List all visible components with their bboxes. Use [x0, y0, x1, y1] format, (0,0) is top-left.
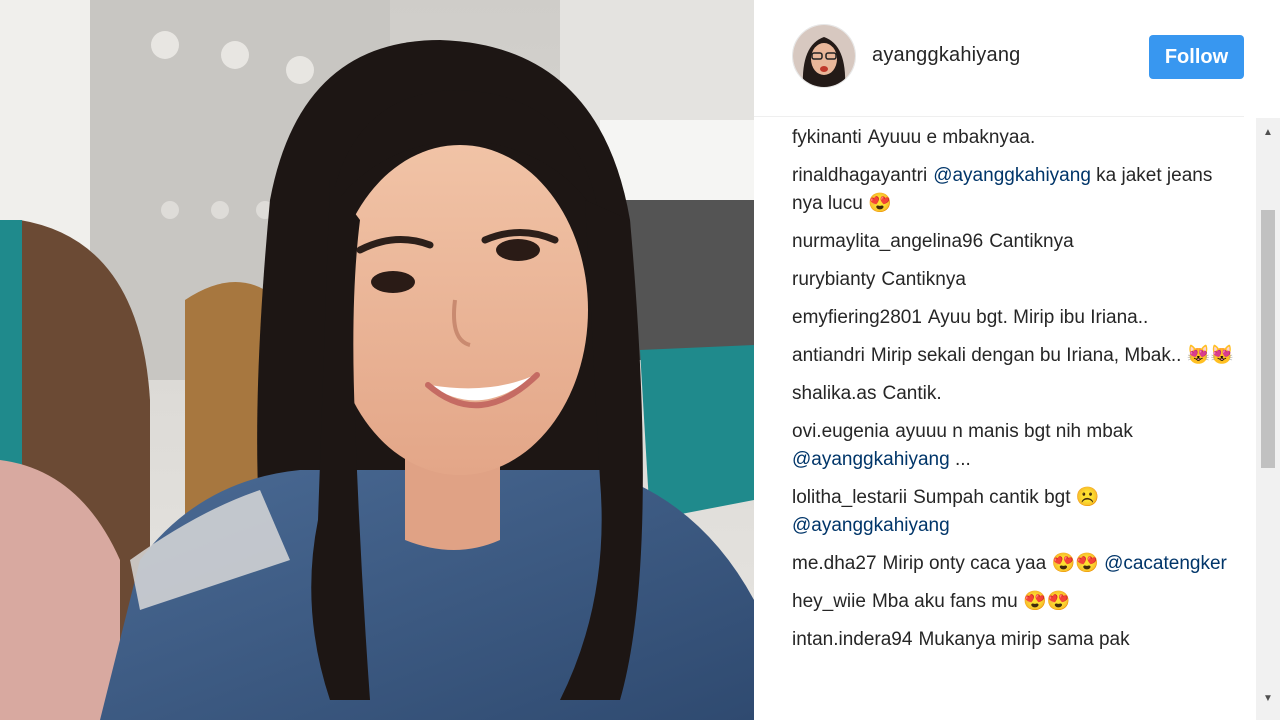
comment-text-tail: ... [949, 449, 971, 470]
comments-scrollbar[interactable]: ▲ ▼ [1256, 118, 1280, 720]
comment-item: lolitha_lestarii Sumpah cantik bgt ☹️ @ay… [792, 484, 1244, 540]
comment-item: fykinanti Ayuuu e mbaknyaa. [792, 124, 1244, 152]
comment-text: Cantiknya [881, 269, 966, 290]
comment-item: rurybianty Cantiknya [792, 266, 1244, 294]
selfie-image [0, 0, 754, 720]
comment-text: Sumpah cantik bgt ☹️ [913, 487, 1100, 508]
scrollbar-thumb[interactable] [1261, 210, 1275, 468]
comment-username[interactable]: lolitha_lestarii [792, 487, 907, 508]
comment-username[interactable]: fykinanti [792, 127, 862, 148]
comment-text: Mukanya mirip sama pak [918, 629, 1130, 650]
instagram-post-view: ayanggkahiyang Follow fykinanti Ayuuu e m… [0, 0, 1280, 720]
follow-button[interactable]: Follow [1149, 35, 1244, 79]
comment-item: antiandri Mirip sekali dengan bu Iriana, … [792, 342, 1244, 370]
comment-text: Ayuu bgt. Mirip ibu Iriana.. [927, 307, 1149, 328]
comment-username[interactable]: shalika.as [792, 383, 877, 404]
comment-item: intan.indera94 Mukanya mirip sama pak [792, 626, 1244, 654]
comments-list: fykinanti Ayuuu e mbaknyaa. rinaldhagayan… [792, 124, 1244, 720]
avatar-image [793, 25, 855, 87]
comment-username[interactable]: rurybianty [792, 269, 875, 290]
comment-mention[interactable]: @ayanggkahiyang [792, 515, 950, 536]
comment-username[interactable]: intan.indera94 [792, 629, 912, 650]
post-photo[interactable] [0, 0, 754, 720]
comment-item: ovi.eugenia ayuuu n manis bgt nih mbak @a… [792, 418, 1244, 474]
scroll-down-arrow-icon[interactable]: ▼ [1256, 686, 1280, 710]
comment-mention[interactable]: @cacatengker [1104, 553, 1227, 574]
comment-text: ayuuu n manis bgt nih mbak [895, 421, 1133, 442]
comment-text: Mirip onty caca yaa 😍😍 [882, 553, 1105, 574]
comment-item: shalika.as Cantik. [792, 380, 1244, 408]
comment-mention[interactable]: @ayanggkahiyang [933, 165, 1091, 186]
comment-text: Ayuuu e mbaknyaa. [867, 127, 1036, 148]
comment-item: hey_wiie Mba aku fans mu 😍😍 [792, 588, 1244, 616]
comment-item: me.dha27 Mirip onty caca yaa 😍😍 @cacateng… [792, 550, 1244, 578]
comment-username[interactable]: rinaldhagayantri [792, 165, 927, 186]
post-header: ayanggkahiyang Follow [754, 0, 1244, 117]
comment-username[interactable]: emyfiering2801 [792, 307, 922, 328]
comment-item: emyfiering2801 Ayuu bgt. Mirip ibu Iriana… [792, 304, 1244, 332]
comment-item: nurmaylita_angelina96 Cantiknya [792, 228, 1244, 256]
comment-mention[interactable]: @ayanggkahiyang [792, 449, 950, 470]
avatar[interactable] [792, 24, 856, 88]
post-sidebar: ayanggkahiyang Follow fykinanti Ayuuu e m… [754, 0, 1280, 720]
comment-username[interactable]: ovi.eugenia [792, 421, 889, 442]
comment-username[interactable]: me.dha27 [792, 553, 877, 574]
comment-username[interactable]: hey_wiie [792, 591, 866, 612]
scroll-up-arrow-icon[interactable]: ▲ [1256, 120, 1280, 144]
comment-text: Mirip sekali dengan bu Iriana, Mbak.. 😻😻 [870, 345, 1234, 366]
post-username[interactable]: ayanggkahiyang [872, 44, 1020, 67]
comment-text: Cantiknya [989, 231, 1074, 252]
comment-text: Cantik. [882, 383, 942, 404]
comment-text: Mba aku fans mu 😍😍 [871, 591, 1071, 612]
comment-item: rinaldhagayantri @ayanggkahiyang ka jaket… [792, 162, 1244, 218]
comment-username[interactable]: nurmaylita_angelina96 [792, 231, 983, 252]
comment-username[interactable]: antiandri [792, 345, 865, 366]
